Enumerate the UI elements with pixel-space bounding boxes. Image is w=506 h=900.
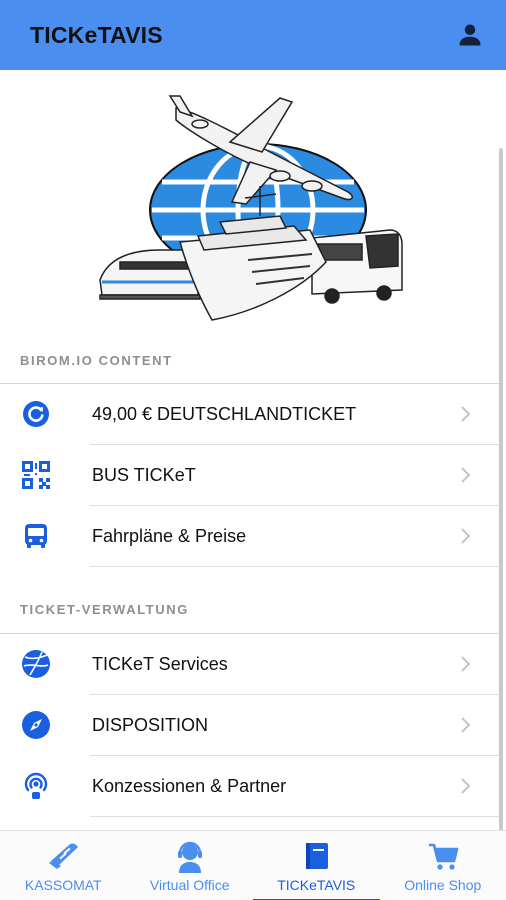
cart-icon — [428, 843, 459, 870]
divider — [90, 566, 500, 567]
tab-label: Virtual Office — [149, 877, 230, 893]
compass-icon — [22, 711, 50, 739]
menu-item-label: TICKeT Services — [92, 653, 228, 674]
menu-item-disposition[interactable]: DISPOSITION — [0, 695, 500, 755]
app-title: TICKeTAVIS — [30, 21, 163, 48]
headset-icon — [177, 841, 202, 873]
tab-label: Online Shop — [404, 877, 482, 893]
tab-label: TICKeTAVIS — [277, 877, 356, 893]
menu-item-deutschlandticket[interactable]: 49,00 € DEUTSCHLANDTICKET — [0, 384, 500, 444]
chevron-right-icon — [461, 528, 471, 544]
ticket-machine-icon — [49, 843, 79, 869]
menu-item-label: 49,00 € DEUTSCHLANDTICKET — [92, 403, 357, 424]
menu-item-label: DISPOSITION — [92, 714, 209, 735]
chevron-right-icon — [461, 717, 471, 733]
section-header-birom: BIROM.IO CONTENT — [20, 353, 173, 368]
chevron-right-icon — [461, 656, 471, 672]
tab-online-shop[interactable]: Online Shop — [380, 831, 506, 900]
chevron-right-icon — [461, 467, 471, 483]
menu-item-timetables[interactable]: Fahrpläne & Preise — [0, 506, 500, 566]
tab-virtual-office[interactable]: Virtual Office — [127, 831, 254, 900]
tab-ticketavis[interactable]: TICKeTAVIS — [253, 831, 380, 900]
menu-item-konzessionen[interactable]: Konzessionen & Partner — [0, 756, 500, 816]
menu-item-label: BUS TICKeT — [92, 464, 196, 485]
divider — [90, 816, 500, 817]
travel-hero-illustration — [99, 95, 403, 321]
tab-label: KASSOMAT — [24, 877, 102, 893]
qr-code-icon — [22, 461, 50, 489]
main-content[interactable]: BIROM.IO CONTENT 49,00 € DEUTSCHLANDTICK… — [0, 70, 506, 830]
chevron-right-icon — [461, 778, 471, 794]
chevron-right-icon — [461, 406, 471, 422]
refresh-circle-icon — [23, 401, 49, 427]
user-icon[interactable] — [456, 21, 484, 49]
book-icon — [306, 843, 329, 869]
tab-kassomat[interactable]: KASSOMAT — [0, 831, 127, 900]
menu-item-bus-ticket[interactable]: BUS TICKeT — [0, 445, 500, 505]
section-header-ticket-verwaltung: TICKET-VERWALTUNG — [20, 602, 189, 617]
app-bar: TICKeTAVIS — [0, 0, 506, 70]
bus-icon — [25, 524, 47, 548]
scrollbar[interactable] — [499, 148, 503, 830]
menu-item-label: Fahrpläne & Preise — [92, 525, 247, 546]
menu-item-label: Konzessionen & Partner — [92, 775, 287, 796]
bottom-tab-bar: KASSOMAT Virtual Office TICKeTAVIS Onlin… — [0, 830, 506, 900]
broadcast-icon — [24, 772, 48, 799]
menu-item-ticket-services[interactable]: TICKeT Services — [0, 634, 500, 694]
globe-icon — [22, 650, 50, 678]
